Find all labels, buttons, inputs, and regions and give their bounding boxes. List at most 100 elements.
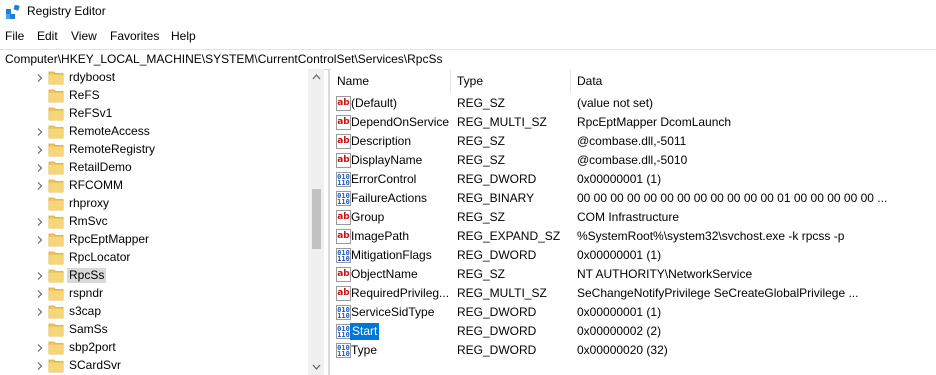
chevron-right-icon[interactable] <box>35 217 45 227</box>
tree-item[interactable]: RmSvc <box>0 213 308 231</box>
registry-editor-icon <box>6 5 20 19</box>
value-data: 00 00 00 00 00 00 00 00 00 00 00 00 01 0… <box>577 191 888 205</box>
tree-vertical-scrollbar[interactable] <box>308 69 324 375</box>
tree-item[interactable]: rdyboost <box>0 69 308 87</box>
tree-item[interactable]: ReFSv1 <box>0 105 308 123</box>
tree-item[interactable]: RemoteAccess <box>0 123 308 141</box>
chevron-right-icon[interactable] <box>35 361 45 371</box>
binary-value-icon: 010 110 <box>336 324 351 339</box>
value-type: REG_DWORD <box>457 343 537 357</box>
key-tree: rdyboost ReFS ReFSv1 RemoteAccess RemoteRegi… <box>0 69 324 375</box>
menu-favorites[interactable]: Favorites <box>110 29 159 43</box>
tree-item[interactable]: ReFS <box>0 87 308 105</box>
tree-item-label: ReFS <box>69 88 100 102</box>
folder-icon <box>48 215 64 229</box>
value-row[interactable]: 010 110 FailureActions REG_BINARY 00 00 00 0… <box>331 189 936 208</box>
value-row[interactable]: ab (Default) REG_SZ (value not set) <box>331 94 936 113</box>
value-type: REG_DWORD <box>457 248 537 262</box>
tree-item-label: RFCOMM <box>69 178 123 192</box>
chevron-right-icon[interactable] <box>35 271 45 281</box>
value-row[interactable]: ab ObjectName REG_SZ NT AUTHORITY\NetworkSe… <box>331 265 936 284</box>
value-row[interactable]: ab Description REG_SZ @combase.dll,-5011 <box>331 132 936 151</box>
value-type: REG_EXPAND_SZ <box>457 229 561 243</box>
value-row[interactable]: ab DisplayName REG_SZ @combase.dll,-5010 <box>331 151 936 170</box>
chevron-right-icon[interactable] <box>35 289 45 299</box>
tree-item-label: RpcEptMapper <box>69 232 150 246</box>
tree-item[interactable]: rhproxy <box>0 195 308 213</box>
value-row[interactable]: 010 110 MitigationFlags REG_DWORD 0x00000001… <box>331 246 936 265</box>
folder-icon <box>48 305 64 319</box>
folder-icon <box>48 269 64 283</box>
address-path[interactable]: Computer\HKEY_LOCAL_MACHINE\SYSTEM\Curre… <box>5 52 442 66</box>
value-data: @combase.dll,-5010 <box>577 153 688 167</box>
folder-icon <box>48 197 64 211</box>
value-row[interactable]: 010 110 ServiceSidType REG_DWORD 0x00000001 … <box>331 303 936 322</box>
binary-value-icon: 010 110 <box>336 248 351 263</box>
column-header-name[interactable]: Name <box>331 69 451 93</box>
binary-value-icon: 010 110 <box>336 305 351 320</box>
chevron-right-icon[interactable] <box>35 307 45 317</box>
value-data: 0x00000020 (32) <box>577 343 668 357</box>
tree-item[interactable]: RpcEptMapper <box>0 231 308 249</box>
value-row[interactable]: ab Group REG_SZ COM Infrastructure <box>331 208 936 227</box>
tree-item[interactable]: sbp2port <box>0 339 308 357</box>
value-name: Start <box>350 323 380 340</box>
string-value-icon: ab <box>336 267 351 282</box>
value-row[interactable]: 010 110 Type REG_DWORD 0x00000020 (32) <box>331 341 936 360</box>
scroll-down-arrow-icon[interactable] <box>308 358 324 375</box>
value-row[interactable]: ab DependOnService REG_MULTI_SZ RpcEptMappe… <box>331 113 936 132</box>
scroll-up-arrow-icon[interactable] <box>308 69 324 86</box>
folder-icon <box>48 341 64 355</box>
chevron-right-icon[interactable] <box>35 145 45 155</box>
value-data: 0x00000001 (1) <box>577 305 662 319</box>
tree-item[interactable]: RemoteRegistry <box>0 141 308 159</box>
tree-item[interactable]: rspndr <box>0 285 308 303</box>
tree-item-label: rdyboost <box>69 70 116 84</box>
value-row[interactable]: 010 110 Start REG_DWORD 0x00000002 (2) <box>331 322 936 341</box>
values-list: Name Type Data ab (Default) REG_SZ (value n… <box>331 69 936 375</box>
folder-icon <box>48 251 64 265</box>
tree-item[interactable]: RFCOMM <box>0 177 308 195</box>
tree-item-label: RemoteRegistry <box>69 142 156 156</box>
address-bar[interactable]: Computer\HKEY_LOCAL_MACHINE\SYSTEM\Curre… <box>0 49 936 70</box>
value-row[interactable]: ab RequiredPrivileg... REG_MULTI_SZ SeChang… <box>331 284 936 303</box>
chevron-right-icon[interactable] <box>35 343 45 353</box>
tree-item-label: SCardSvr <box>69 358 122 372</box>
tree-item[interactable]: RpcLocator <box>0 249 308 267</box>
tree-item[interactable]: RetailDemo <box>0 159 308 177</box>
tree-item[interactable]: SamSs <box>0 321 308 339</box>
value-name: Description <box>351 134 412 148</box>
scroll-thumb[interactable] <box>312 189 321 249</box>
chevron-right-icon[interactable] <box>35 163 45 173</box>
value-data: 0x00000002 (2) <box>577 324 662 338</box>
menu-view[interactable]: View <box>71 29 97 43</box>
value-data: (value not set) <box>577 96 654 110</box>
tree-item[interactable]: s3cap <box>0 303 308 321</box>
string-value-icon: ab <box>336 153 351 168</box>
tree-item[interactable]: SCardSvr <box>0 357 308 375</box>
column-header-type[interactable]: Type <box>451 69 571 93</box>
folder-icon <box>48 125 64 139</box>
string-value-icon: ab <box>336 286 351 301</box>
folder-icon <box>48 71 64 85</box>
chevron-right-icon[interactable] <box>35 181 45 191</box>
column-header-data[interactable]: Data <box>571 69 936 93</box>
chevron-right-icon[interactable] <box>35 73 45 83</box>
value-row[interactable]: ab ImagePath REG_EXPAND_SZ %SystemRoot%\sys… <box>331 227 936 246</box>
tree-item-label: RmSvc <box>69 214 108 228</box>
pane-splitter[interactable] <box>328 69 330 375</box>
tree-item[interactable]: RpcSs <box>0 267 308 285</box>
chevron-right-icon[interactable] <box>35 235 45 245</box>
value-data: SeChangeNotifyPrivilege SeCreateGlobalPr… <box>577 286 859 300</box>
folder-icon <box>48 179 64 193</box>
tree-item-label: sbp2port <box>69 340 116 354</box>
binary-value-icon: 010 110 <box>336 172 351 187</box>
menu-file[interactable]: File <box>5 29 24 43</box>
menu-edit[interactable]: Edit <box>37 29 58 43</box>
chevron-right-icon[interactable] <box>35 127 45 137</box>
value-row[interactable]: 010 110 ErrorControl REG_DWORD 0x00000001 (1… <box>331 170 936 189</box>
tree-item-label: RpcLocator <box>69 250 131 264</box>
menu-help[interactable]: Help <box>171 29 196 43</box>
value-type: REG_SZ <box>457 96 506 110</box>
value-type: REG_SZ <box>457 210 506 224</box>
